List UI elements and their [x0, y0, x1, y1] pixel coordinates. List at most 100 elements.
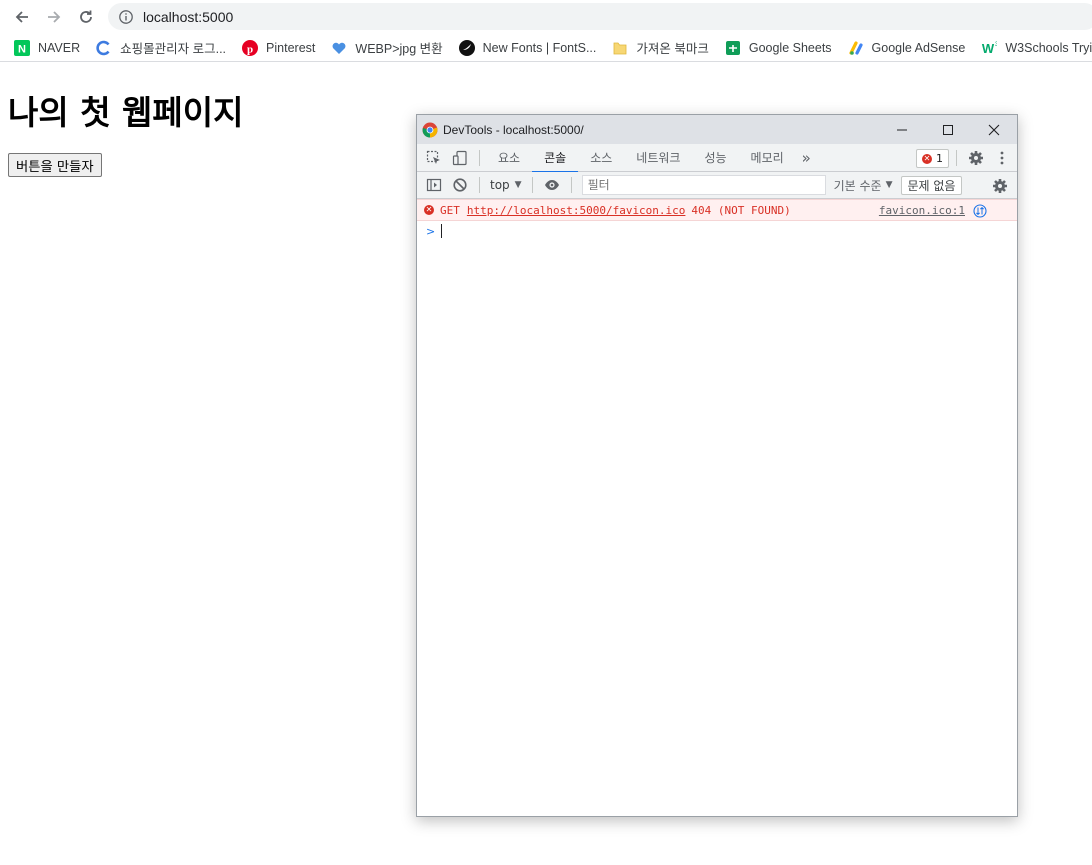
error-count: 1: [936, 152, 943, 165]
console-error-message: ✕ GET http://localhost:5000/favicon.ico …: [417, 199, 1017, 221]
response-status: 404 (NOT FOUND): [691, 203, 791, 217]
bookmark-webp[interactable]: WEBP>jpg 변환: [331, 38, 443, 57]
request-url-link[interactable]: http://localhost:5000/favicon.ico: [467, 204, 686, 217]
forward-button[interactable]: [38, 1, 70, 33]
inspect-cursor-icon: [426, 150, 440, 164]
browser-toolbar: localhost:5000: [0, 0, 1092, 33]
device-icon: [452, 150, 467, 165]
bookmark-label: Google Sheets: [748, 40, 832, 55]
bookmark-label: New Fonts | FontS...: [482, 40, 597, 55]
close-icon: [988, 124, 1000, 135]
console-toolbar: top ▼ 기본 수준 ▼ 문제 없음: [417, 172, 1017, 199]
adsense-icon: [848, 40, 864, 56]
tab-memory[interactable]: 메모리: [739, 144, 796, 172]
back-button[interactable]: [6, 1, 38, 33]
devtools-window: DevTools - localhost:5000/ 요소 콘솔 소스 네트워크…: [416, 114, 1018, 817]
context-selector[interactable]: top ▼: [486, 178, 526, 192]
window-controls: [879, 115, 1017, 144]
clear-console-button[interactable]: [447, 172, 473, 198]
inspect-element-button[interactable]: [421, 145, 447, 171]
log-levels-dropdown[interactable]: 기본 수준 ▼: [834, 177, 893, 194]
bookmark-shop-admin[interactable]: 쇼핑몰관리자 로그...: [96, 38, 226, 57]
address-bar[interactable]: localhost:5000: [108, 3, 1092, 30]
page-title: 나의 첫 웹페이지: [8, 93, 244, 132]
eye-icon: [544, 180, 559, 190]
bookmark-naver[interactable]: N NAVER: [14, 39, 80, 56]
divider: [570, 177, 572, 193]
maximize-button[interactable]: [925, 115, 971, 144]
gear-icon: [969, 151, 983, 165]
error-count-badge[interactable]: ✕ 1: [916, 149, 949, 168]
make-button[interactable]: 버튼을 만들자: [8, 153, 102, 177]
context-value: top: [490, 178, 510, 192]
arrow-right-icon: [48, 10, 61, 23]
bookmark-label: 쇼핑몰관리자 로그...: [120, 42, 227, 56]
svg-text:N: N: [18, 43, 26, 55]
sidebar-toggle-icon: [426, 178, 442, 192]
close-button[interactable]: [971, 115, 1017, 144]
fonts-icon: [458, 39, 475, 56]
naver-icon: N: [14, 39, 30, 56]
reload-icon: [80, 10, 92, 23]
webp-heart-icon: [331, 40, 347, 56]
error-icon: ✕: [424, 205, 434, 215]
chrome-icon: [422, 122, 438, 138]
bookmark-folder-imported[interactable]: 가져온 북마크: [612, 38, 709, 57]
tab-sources[interactable]: 소스: [578, 144, 624, 172]
devtools-tabbar: 요소 콘솔 소스 네트워크 성능 메모리 » ✕ 1: [417, 144, 1017, 173]
bookmarks-bar: N NAVER 쇼핑몰관리자 로그... p Pinterest WEBP>jp…: [0, 34, 1092, 62]
dropdown-caret-icon: ▼: [514, 180, 522, 190]
more-options-button[interactable]: [989, 145, 1015, 171]
bookmark-google-sheets[interactable]: Google Sheets: [725, 40, 832, 56]
live-expression-button[interactable]: [539, 172, 565, 198]
arrow-left-icon: [15, 10, 28, 23]
divider: [531, 177, 533, 193]
gear-icon: [993, 179, 1007, 193]
info-icon: [119, 9, 133, 24]
device-toolbar-button[interactable]: [447, 145, 473, 171]
minimize-icon: [897, 129, 907, 130]
maximize-icon: [943, 124, 953, 135]
tab-network[interactable]: 네트워크: [624, 144, 692, 172]
prompt-chevron: >: [426, 224, 436, 238]
show-sidebar-button[interactable]: [421, 172, 447, 198]
block-icon: [453, 178, 467, 192]
w3schools-icon: W3: [981, 40, 997, 56]
folder-icon: [612, 40, 628, 56]
tab-elements[interactable]: 요소: [486, 144, 532, 172]
minimize-button[interactable]: [879, 115, 925, 144]
bookmark-fonts[interactable]: New Fonts | FontS...: [458, 39, 597, 56]
source-location-link[interactable]: favicon.ico:1: [879, 204, 965, 217]
more-tabs-button[interactable]: »: [796, 149, 817, 167]
issues-button[interactable]: 문제 없음: [900, 175, 963, 195]
svg-text:p: p: [247, 43, 253, 55]
bookmark-label: 가져온 북마크: [636, 42, 709, 56]
filter-input[interactable]: [581, 175, 826, 195]
url-text: localhost:5000: [143, 8, 234, 25]
dropdown-caret-icon: ▼: [885, 180, 893, 190]
issues-label: 문제 없음: [907, 178, 956, 193]
settings-button[interactable]: [963, 145, 989, 171]
divider: [479, 177, 480, 193]
svg-text:3: 3: [995, 42, 997, 48]
tab-console[interactable]: 콘솔: [532, 144, 579, 173]
bookmark-label: Google AdSense: [871, 40, 966, 55]
devtools-titlebar[interactable]: DevTools - localhost:5000/: [417, 115, 1017, 144]
reload-button[interactable]: [70, 1, 102, 33]
bookmark-label: W3Schools Tryit E: [1005, 40, 1092, 55]
bookmark-w3schools[interactable]: W3 W3Schools Tryit E: [981, 40, 1092, 56]
bookmark-pinterest[interactable]: p Pinterest: [242, 39, 315, 56]
tab-performance[interactable]: 성능: [692, 144, 738, 172]
network-request-icon[interactable]: [973, 204, 987, 218]
text-cursor: [441, 224, 443, 238]
console-settings-button[interactable]: [987, 173, 1013, 199]
bookmark-google-adsense[interactable]: Google AdSense: [848, 40, 966, 56]
request-method: GET: [440, 203, 460, 217]
bookmark-label: WEBP>jpg 변환: [355, 42, 443, 56]
divider: [956, 150, 957, 166]
devtools-window-title: DevTools - localhost:5000/: [443, 122, 584, 137]
console-settings-wrapper: [987, 173, 1013, 199]
error-icon: ✕: [922, 153, 932, 164]
kebab-menu-icon: [1000, 151, 1004, 165]
console-prompt[interactable]: >: [417, 221, 1017, 241]
